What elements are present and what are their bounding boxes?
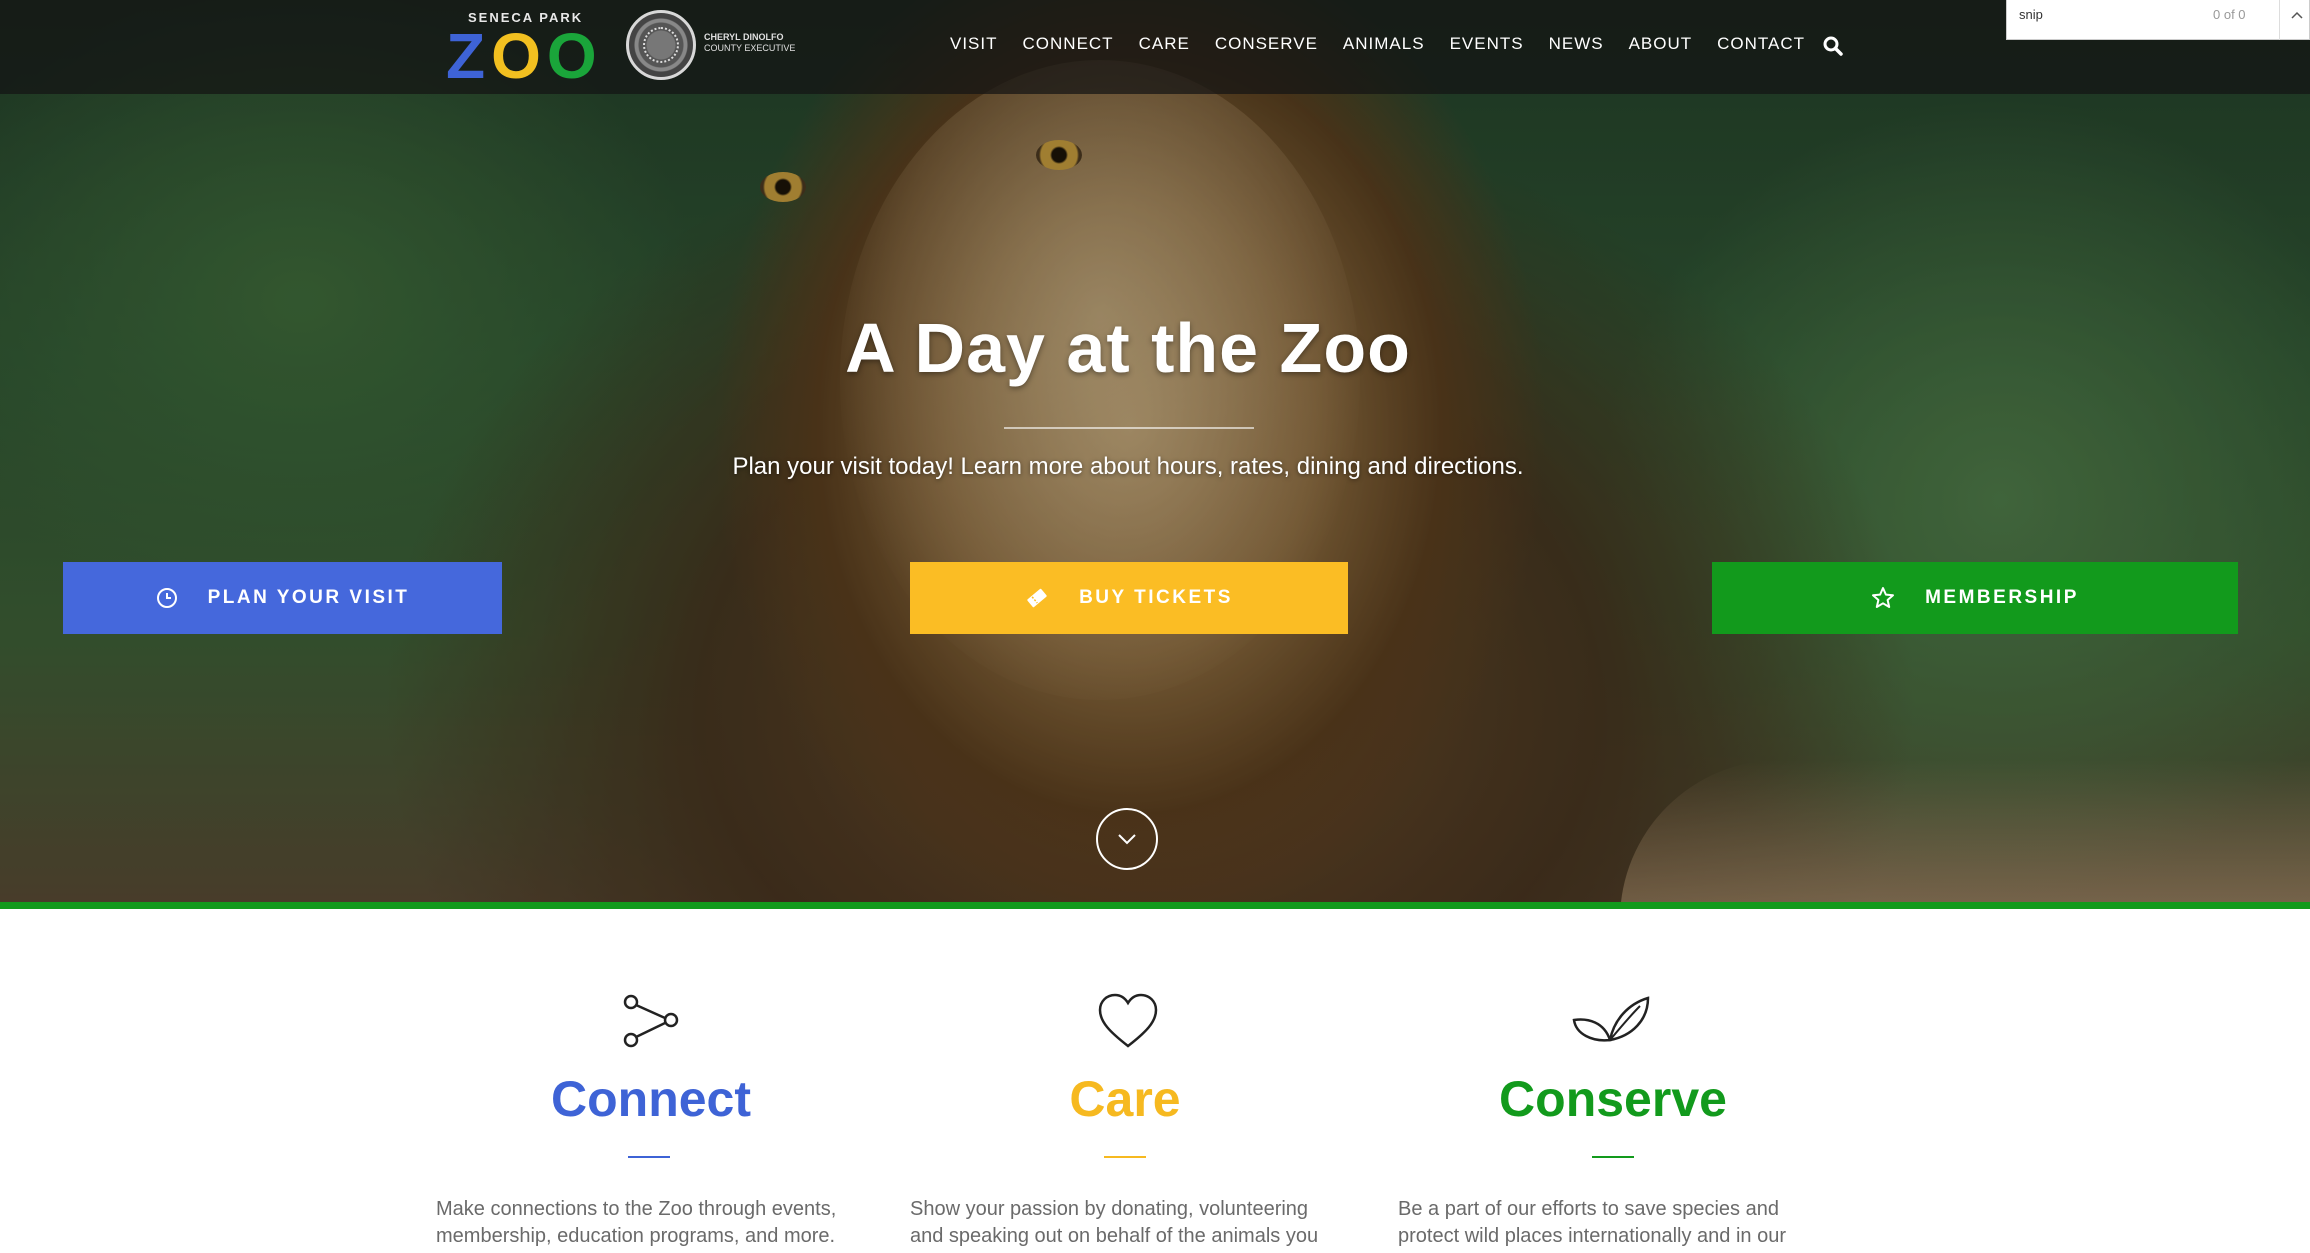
clock-icon (156, 588, 177, 608)
chevron-up-icon[interactable] (2289, 8, 2305, 24)
logo-letter-o1: O (491, 20, 547, 92)
leaves-icon (1572, 996, 1650, 1042)
site-header: SENECA PARK ZOO CHERYL DINOLFO COUNTY EX… (0, 0, 2310, 94)
county-executive-name: CHERYL DINOLFO (704, 32, 784, 42)
county-seal-icon[interactable] (626, 10, 696, 80)
star-icon (1872, 587, 1895, 608)
logo-letter-o2: O (546, 20, 603, 92)
plan-your-visit-label: PLAN YOUR VISIT (207, 587, 410, 608)
nav-about[interactable]: ABOUT (1629, 34, 1693, 54)
chevron-down-icon (1118, 834, 1136, 845)
scroll-down-button[interactable] (1096, 808, 1158, 870)
pillar-care-text: Show your passion by donating, volunteer… (910, 1198, 1319, 1253)
membership-label: MEMBERSHIP (1925, 587, 2079, 608)
nav-visit[interactable]: VISIT (950, 34, 998, 54)
find-input[interactable]: snip (2019, 7, 2043, 22)
buy-tickets-label: BUY TICKETS (1079, 587, 1233, 608)
find-bar: snip 0 of 0 (2006, 0, 2310, 40)
nav-conserve[interactable]: CONSERVE (1215, 34, 1318, 54)
buy-tickets-button[interactable]: BUY TICKETS (910, 562, 1348, 634)
county-executive-label: CHERYL DINOLFO COUNTY EXECUTIVE (704, 32, 795, 54)
hero-bottom-bar (0, 902, 2310, 909)
pillar-care-title[interactable]: Care (910, 1070, 1340, 1128)
nav-contact[interactable]: CONTACT (1717, 34, 1805, 54)
nav-events[interactable]: EVENTS (1450, 34, 1524, 54)
zoo-logo[interactable]: SENECA PARK ZOO (446, 8, 606, 88)
hero-overlay (0, 0, 2310, 902)
logo-letter-z: Z (446, 20, 492, 92)
pillar-connect-text: Make connections to the Zoo through even… (436, 1198, 837, 1247)
nav-connect[interactable]: CONNECT (1023, 34, 1114, 54)
pillar-conserve-title[interactable]: Conserve (1398, 1070, 1828, 1128)
find-match-count: 0 of 0 (2213, 7, 2246, 22)
share-icon (623, 994, 679, 1048)
search-icon[interactable] (1823, 36, 1843, 56)
ticket-icon (1027, 588, 1047, 608)
logo-wordmark: ZOO (446, 24, 603, 88)
pillar-connect-title[interactable]: Connect (436, 1070, 866, 1128)
hero-subtitle: Plan your visit today! Learn more about … (732, 453, 1524, 480)
hero-section (0, 0, 2310, 902)
nav-news[interactable]: NEWS (1549, 34, 1604, 54)
county-executive-title: COUNTY EXECUTIVE (704, 43, 796, 53)
nav-animals[interactable]: ANIMALS (1343, 34, 1425, 54)
hero-divider (1004, 427, 1254, 429)
plan-your-visit-button[interactable]: PLAN YOUR VISIT (63, 562, 502, 634)
nav-care[interactable]: CARE (1139, 34, 1190, 54)
membership-button[interactable]: MEMBERSHIP (1712, 562, 2238, 634)
heart-icon (1098, 993, 1158, 1048)
main-nav: VISIT CONNECT CARE CONSERVE ANIMALS EVEN… (950, 32, 1830, 56)
pillar-conserve-text: Be a part of our efforts to save species… (1398, 1198, 1786, 1247)
hero-title: A Day at the Zoo (845, 309, 1411, 387)
